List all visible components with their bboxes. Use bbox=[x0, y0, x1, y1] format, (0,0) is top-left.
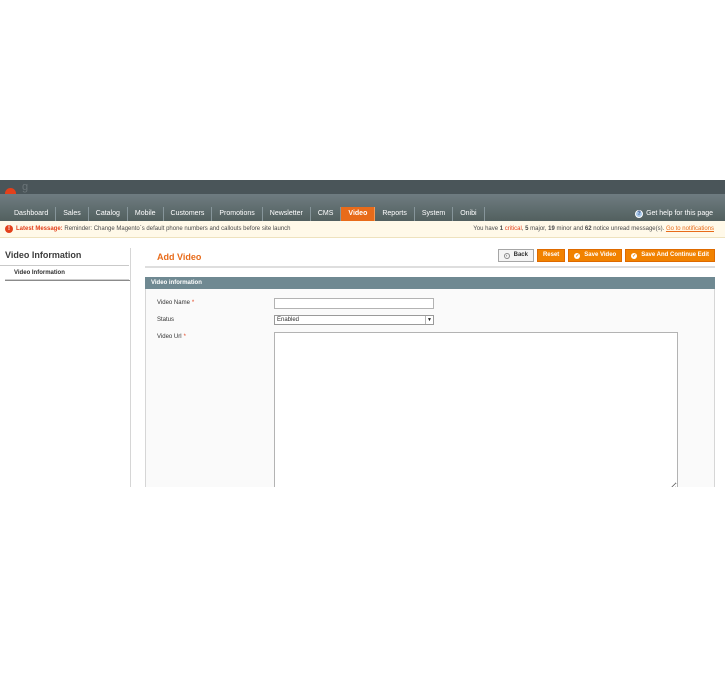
nav-item-catalog[interactable]: Catalog bbox=[89, 207, 128, 221]
message-summary: You have 1 critical, 5 major, 19 minor a… bbox=[473, 226, 714, 232]
nav-menu: Dashboard Sales Catalog Mobile Customers… bbox=[7, 207, 485, 221]
back-button[interactable]: ‹ Back bbox=[497, 249, 534, 262]
latest-message-label: Latest Message: bbox=[16, 226, 63, 232]
video-url-label: Video Url * bbox=[157, 334, 186, 340]
logo-text: g bbox=[22, 181, 29, 193]
form-buttons: ‹ Back Reset ✓ Save Video ✓ Save And Con… bbox=[497, 249, 715, 262]
critical-count: 1 bbox=[499, 226, 504, 232]
fieldset-header: Video information bbox=[145, 277, 715, 289]
notice-label: notice unread message(s). bbox=[593, 226, 665, 232]
video-url-textarea[interactable] bbox=[274, 332, 678, 487]
nav-item-mobile[interactable]: Mobile bbox=[128, 207, 164, 221]
admin-window: g Dashboard Sales Catalog Mobile Custome… bbox=[0, 180, 725, 487]
main-nav: Dashboard Sales Catalog Mobile Customers… bbox=[0, 194, 725, 221]
sidebar-tab-video-information[interactable]: Video Information bbox=[5, 266, 129, 280]
nav-item-cms[interactable]: CMS bbox=[311, 207, 342, 221]
video-name-label: Video Name * bbox=[157, 300, 194, 306]
help-icon: ? bbox=[635, 210, 644, 218]
back-button-label: Back bbox=[513, 252, 528, 258]
save-continue-icon: ✓ bbox=[631, 252, 638, 259]
notice-count: 62 bbox=[584, 226, 592, 232]
video-fieldset: Video Name * Status Enabled ▼ Video Url * bbox=[145, 289, 715, 487]
alert-icon: ! bbox=[5, 225, 13, 233]
required-marker: * bbox=[191, 300, 195, 306]
status-label: Status bbox=[157, 317, 175, 323]
save-continue-label: Save And Continue Edit bbox=[641, 252, 709, 258]
go-to-notifications-link[interactable]: Go to notifications bbox=[666, 226, 714, 232]
admin-header: g bbox=[0, 180, 725, 194]
reset-button[interactable]: Reset bbox=[536, 249, 566, 262]
critical-label: critical bbox=[504, 226, 522, 232]
sidebar-tab-divider bbox=[5, 280, 130, 281]
nav-item-promotions[interactable]: Promotions bbox=[212, 207, 263, 221]
page-title: Add Video bbox=[157, 252, 202, 262]
minor-count: 19 bbox=[548, 226, 555, 232]
fieldset-title: Video information bbox=[151, 280, 202, 286]
save-icon: ✓ bbox=[574, 252, 581, 259]
status-select[interactable]: Enabled ▼ bbox=[274, 315, 434, 325]
help-link[interactable]: ? Get help for this page bbox=[635, 208, 713, 220]
nav-item-newsletter[interactable]: Newsletter bbox=[263, 207, 311, 221]
reset-button-label: Reset bbox=[542, 252, 560, 258]
sidebar-title: Video Information bbox=[5, 250, 82, 260]
sidebar: Video Information Video Information bbox=[0, 248, 131, 487]
major-label: major, bbox=[530, 226, 547, 232]
video-name-input[interactable] bbox=[274, 298, 434, 309]
summary-prefix: You have bbox=[473, 226, 499, 232]
latest-message: Latest Message: Reminder: Change Magento… bbox=[16, 225, 291, 233]
nav-item-customers[interactable]: Customers bbox=[164, 207, 213, 221]
save-continue-button[interactable]: ✓ Save And Continue Edit bbox=[625, 249, 715, 262]
save-video-button[interactable]: ✓ Save Video bbox=[568, 249, 623, 262]
content-header: Add Video ‹ Back Reset ✓ Save Video ✓ Sa… bbox=[145, 247, 715, 268]
nav-item-video[interactable]: Video bbox=[341, 207, 376, 221]
major-count: 5 bbox=[525, 226, 529, 232]
nav-item-reports[interactable]: Reports bbox=[375, 207, 415, 221]
save-video-label: Save Video bbox=[584, 252, 617, 258]
back-icon: ‹ bbox=[503, 252, 510, 259]
required-marker-url: * bbox=[183, 334, 186, 340]
chevron-down-icon: ▼ bbox=[425, 316, 433, 324]
video-url-label-text: Video Url bbox=[157, 334, 182, 340]
status-select-value: Enabled bbox=[277, 317, 300, 323]
minor-label: minor and bbox=[556, 226, 584, 232]
video-name-label-text: Video Name bbox=[157, 300, 190, 306]
system-message-bar: ! Latest Message: Reminder: Change Magen… bbox=[0, 221, 725, 238]
nav-item-system[interactable]: System bbox=[415, 207, 454, 221]
help-label: Get help for this page bbox=[646, 210, 713, 217]
nav-item-onibi[interactable]: Onibi bbox=[453, 207, 485, 221]
nav-item-sales[interactable]: Sales bbox=[56, 207, 89, 221]
latest-message-text: Reminder: Change Magento`s default phone… bbox=[64, 226, 291, 232]
nav-item-dashboard[interactable]: Dashboard bbox=[7, 207, 57, 221]
